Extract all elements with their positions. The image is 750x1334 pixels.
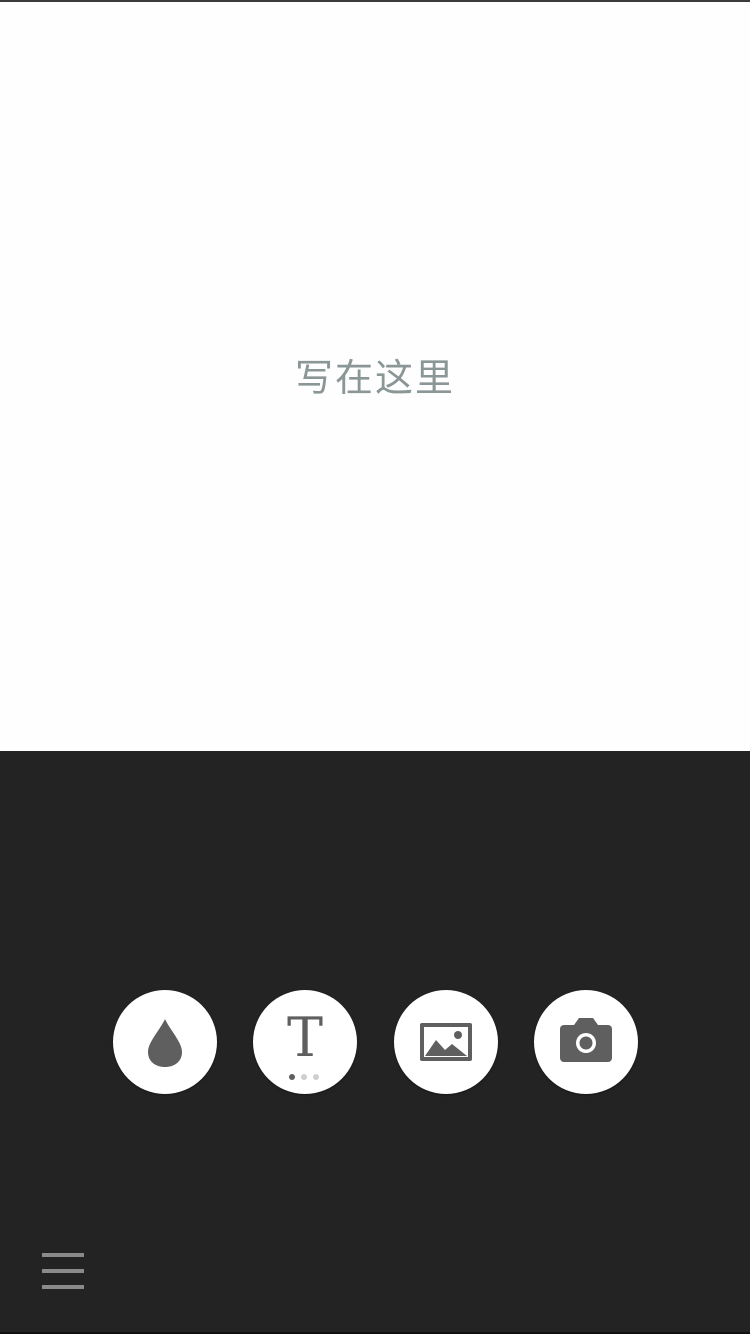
hamburger-menu-icon[interactable] [40,1251,86,1291]
page-dot-1 [289,1074,295,1080]
page-dot-2 [301,1074,307,1080]
text-style-button[interactable]: T [253,990,357,1094]
app-screen: 写在这里 T [0,0,750,1334]
text-style-page-indicator [289,1074,321,1082]
writing-canvas[interactable]: 写在这里 [0,2,750,751]
menu-bar-top [42,1253,84,1257]
ink-drop-icon [148,1019,182,1067]
writing-placeholder: 写在这里 [294,356,455,400]
bottom-toolbar-panel: T [0,751,750,1332]
menu-bar-middle [42,1269,84,1273]
menu-bar-bottom [42,1285,84,1289]
page-dot-3 [313,1074,319,1080]
insert-image-button[interactable] [394,990,498,1094]
image-icon [420,1023,472,1061]
camera-icon [560,1018,612,1062]
text-style-icon: T [286,1006,324,1069]
color-tool-button[interactable] [113,990,217,1094]
camera-button[interactable] [534,990,638,1094]
